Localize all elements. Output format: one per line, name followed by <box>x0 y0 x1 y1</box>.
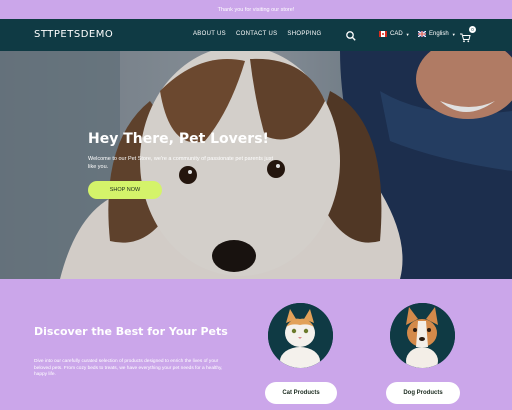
menu-item-shopping[interactable]: SHOPPING <box>287 31 321 37</box>
announcement-text: Thank you for visiting our store! <box>217 6 295 13</box>
menu-item-contact-us[interactable]: CONTACT US <box>236 31 277 37</box>
chevron-down-icon: ▼ <box>451 31 456 37</box>
cart-count-badge: 0 <box>469 26 476 33</box>
shop-now-button[interactable]: SHOP NOW <box>88 181 162 199</box>
dog-photo <box>390 303 455 368</box>
discover-title: Discover the Best for Your Pets <box>34 325 228 338</box>
currency-selector[interactable]: CAD ▼ <box>379 31 410 37</box>
main-header: STTPETSDEMO ABOUT US CONTACT US SHOPPING… <box>0 19 512 51</box>
hero-banner: Hey There, Pet Lovers! Welcome to our Pe… <box>0 51 512 279</box>
site-logo[interactable]: STTPETSDEMO <box>34 29 113 40</box>
menu-item-about-us[interactable]: ABOUT US <box>193 31 226 37</box>
cat-products-button[interactable]: Cat Products <box>265 382 337 404</box>
dog-products-button[interactable]: Dog Products <box>386 382 460 404</box>
hero-description: Welcome to our Pet Store, we're a commun… <box>88 156 273 170</box>
chevron-down-icon: ▼ <box>405 31 410 37</box>
announcement-bar: Thank you for visiting our store! <box>0 0 512 19</box>
discover-section: Discover the Best for Your Pets Dive int… <box>0 279 512 410</box>
search-icon[interactable] <box>345 29 357 41</box>
language-selector[interactable]: English ▼ <box>417 30 456 38</box>
language-label: English <box>429 31 449 37</box>
discover-description: Dive into our carefully curated selectio… <box>34 359 223 377</box>
currency-label: CAD <box>390 31 403 37</box>
uk-flag-icon <box>417 30 427 38</box>
hero-title: Hey There, Pet Lovers! <box>88 131 269 147</box>
cat-photo <box>268 303 333 368</box>
dog-products-image[interactable] <box>390 303 455 368</box>
cat-products-image[interactable] <box>268 303 333 368</box>
main-menu: ABOUT US CONTACT US SHOPPING <box>193 31 322 37</box>
canada-flag-icon <box>379 31 387 37</box>
